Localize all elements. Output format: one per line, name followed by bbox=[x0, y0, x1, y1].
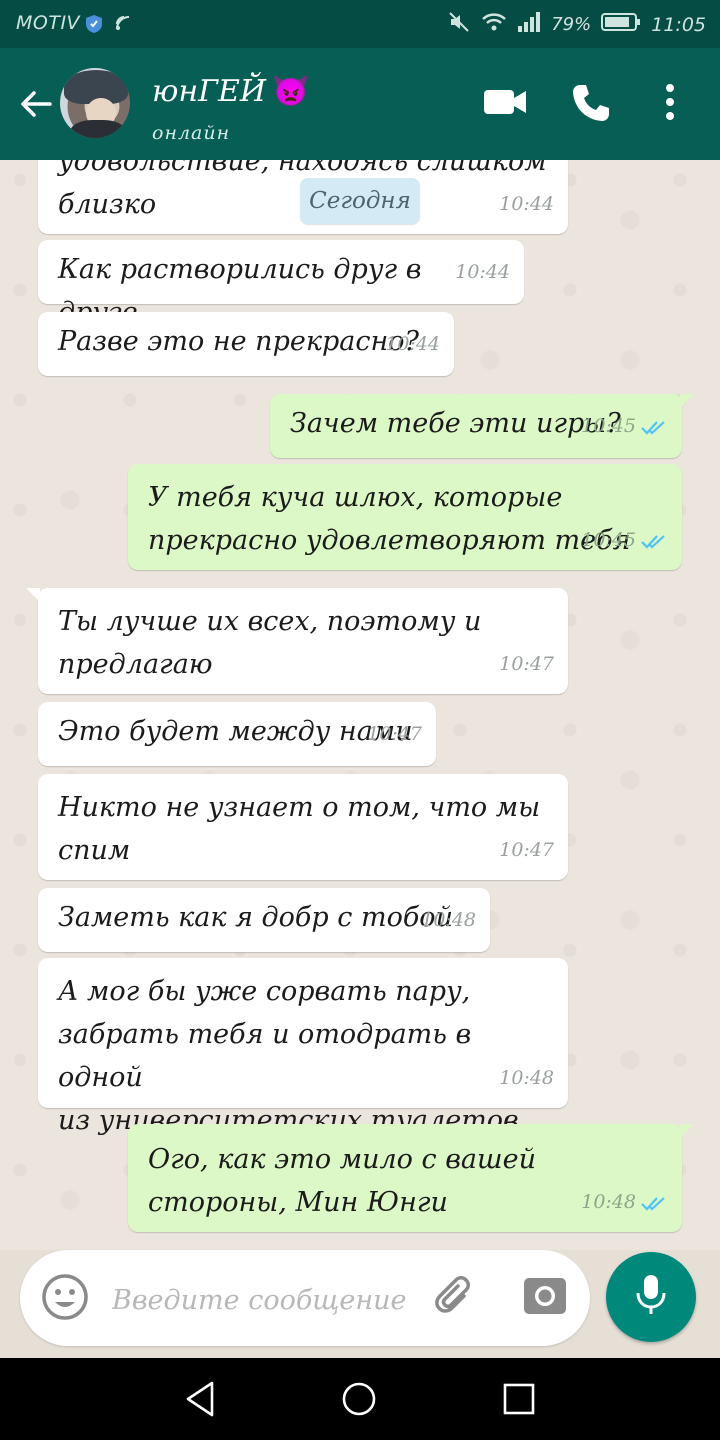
clock: 11:05 bbox=[651, 13, 706, 36]
message-incoming[interactable]: Ты лучше их всех, поэтому и предлагаю 10… bbox=[26, 588, 568, 694]
message-text: У тебя куча шлюх, которые bbox=[148, 482, 563, 513]
message-time: 10:47 bbox=[499, 839, 554, 861]
nfc-icon bbox=[114, 14, 132, 36]
message-time: 10:48 bbox=[499, 1067, 554, 1089]
mic-button[interactable] bbox=[606, 1252, 696, 1342]
message-incoming[interactable]: А мог бы уже сорвать пару, забрать тебя … bbox=[38, 958, 568, 1136]
message-text: Никто не узнает о том, что мы bbox=[58, 792, 541, 823]
message-text: предлагаю bbox=[58, 649, 213, 680]
message-time: 10:48 bbox=[421, 909, 476, 931]
message-incoming[interactable]: Никто не узнает о том, что мы спим 10:47 bbox=[38, 774, 568, 880]
read-ticks-icon bbox=[641, 534, 665, 549]
message-time: 10:47 bbox=[367, 723, 422, 745]
battery-percent: 79% bbox=[551, 14, 592, 35]
back-arrow-icon[interactable] bbox=[18, 86, 54, 122]
message-incoming[interactable]: Разве это не прекрасно? 10:44 bbox=[38, 312, 454, 376]
shield-icon bbox=[84, 14, 104, 38]
status-bar: MOTIV 79% 11:05 bbox=[0, 0, 720, 48]
chat-area[interactable]: удовольствие, находясь слишком близко 10… bbox=[0, 160, 720, 1250]
date-chip: Сегодня bbox=[300, 178, 420, 224]
avatar[interactable] bbox=[60, 68, 130, 138]
system-nav-bar bbox=[0, 1358, 720, 1440]
message-text: спим bbox=[58, 835, 131, 866]
message-time: 10:44 bbox=[455, 261, 510, 283]
message-text: забрать тебя и отодрать в одной bbox=[58, 1019, 472, 1093]
nav-back-icon[interactable] bbox=[182, 1380, 218, 1422]
read-ticks-icon bbox=[641, 1196, 665, 1211]
message-time: 10:47 bbox=[499, 653, 554, 675]
message-text: Разве это не прекрасно? bbox=[58, 326, 419, 357]
message-outgoing[interactable]: Зачем тебе эти игры? 10:45 bbox=[270, 394, 694, 458]
phone-icon[interactable] bbox=[570, 82, 612, 128]
message-text: Это будет между нами bbox=[58, 716, 413, 747]
message-text: Ты лучше их всех, поэтому и bbox=[58, 606, 482, 637]
nav-home-icon[interactable] bbox=[340, 1380, 378, 1422]
message-input[interactable] bbox=[112, 1278, 412, 1322]
devil-emoji-icon: 👿 bbox=[272, 74, 310, 109]
video-call-icon[interactable] bbox=[482, 82, 530, 126]
message-incoming[interactable]: Заметь как я добр с тобой 10:48 bbox=[38, 888, 490, 952]
message-time: 10:44 bbox=[385, 333, 440, 355]
message-incoming[interactable]: Это будет между нами 10:47 bbox=[38, 702, 436, 766]
contact-name[interactable]: юнГЕЙ 👿 bbox=[152, 74, 309, 109]
status-icons: 79% 11:05 bbox=[447, 10, 706, 39]
message-incoming[interactable]: Как растворились друг в друге 10:44 bbox=[38, 240, 524, 328]
chat-header: юнГЕЙ 👿 онлайн bbox=[0, 48, 720, 160]
message-time: 10:45 bbox=[581, 519, 668, 562]
emoji-icon[interactable] bbox=[40, 1272, 90, 1326]
message-text: Ого, как это мило с вашей bbox=[148, 1144, 536, 1175]
mute-icon bbox=[447, 10, 471, 39]
message-time: 10:48 bbox=[581, 1181, 668, 1224]
message-outgoing[interactable]: У тебя куча шлюх, которые прекрасно удов… bbox=[128, 464, 682, 570]
wifi-icon bbox=[481, 11, 507, 38]
mic-icon bbox=[634, 1273, 668, 1321]
camera-icon[interactable] bbox=[522, 1272, 568, 1322]
message-text: Зачем тебе эти игры? bbox=[290, 408, 621, 439]
signal-icon bbox=[517, 11, 541, 38]
message-text: Заметь как я добр с тобой bbox=[58, 902, 453, 933]
message-time: 10:44 bbox=[499, 193, 554, 215]
message-time: 10:45 bbox=[581, 405, 668, 448]
contact-status: онлайн bbox=[152, 122, 231, 144]
more-vert-icon[interactable] bbox=[658, 82, 682, 126]
read-ticks-icon bbox=[641, 420, 665, 435]
attach-icon[interactable] bbox=[430, 1272, 480, 1326]
input-bar bbox=[0, 1250, 720, 1358]
carrier-name: MOTIV bbox=[16, 12, 81, 34]
message-text: А мог бы уже сорвать пару, bbox=[58, 976, 471, 1007]
message-outgoing[interactable]: Ого, как это мило с вашей стороны, Мин Ю… bbox=[128, 1124, 694, 1232]
battery-icon bbox=[601, 12, 641, 37]
message-composer[interactable] bbox=[20, 1250, 590, 1346]
nav-recent-icon[interactable] bbox=[500, 1380, 536, 1422]
